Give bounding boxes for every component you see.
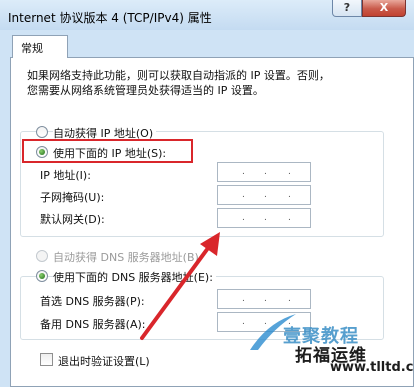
watermark-line-1: 壹聚教程 (283, 326, 359, 347)
tab-general[interactable]: 常规 (12, 35, 68, 58)
watermark-url: www.tlltd.cn (330, 360, 414, 375)
arrow-shaft (140, 242, 213, 340)
